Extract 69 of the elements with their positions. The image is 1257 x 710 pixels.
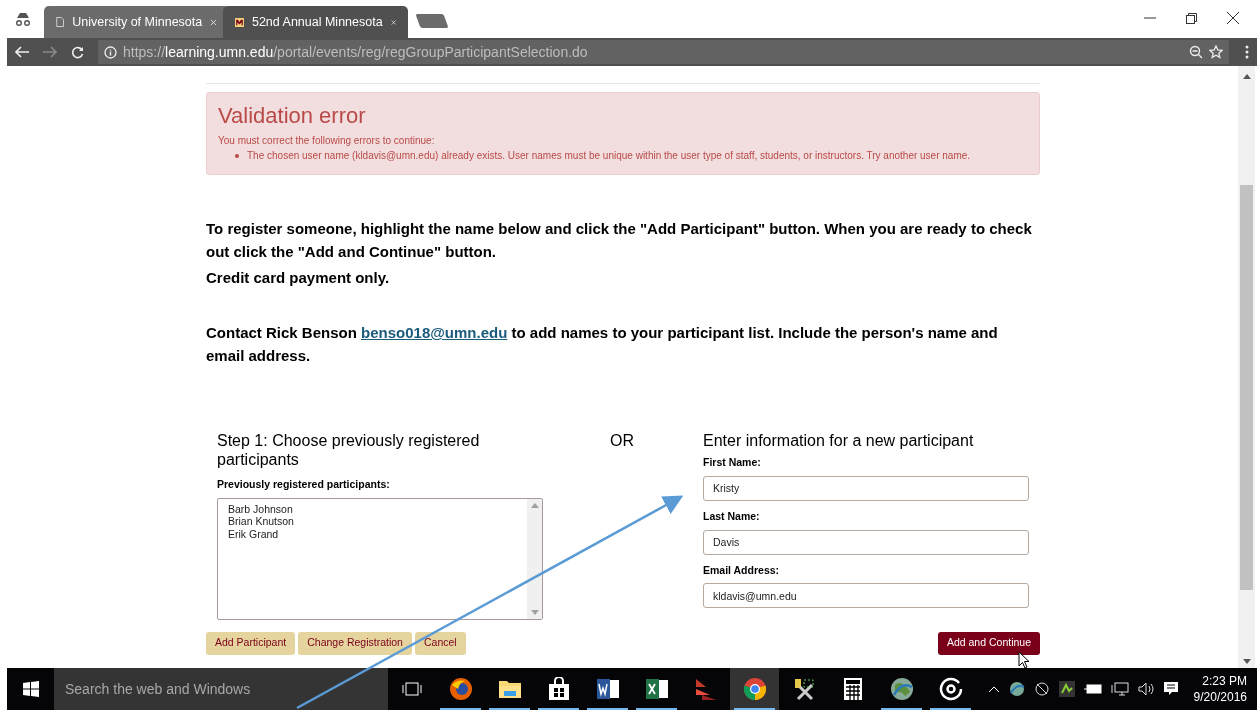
action-button[interactable]: Add Participant xyxy=(206,631,296,655)
calculator-icon xyxy=(842,677,863,701)
or-label: OR xyxy=(610,431,635,451)
alert-title: Validation error xyxy=(218,103,367,129)
action-button[interactable]: Add and Continue xyxy=(937,631,1040,655)
instruction-text: Credit card payment only. xyxy=(206,268,391,288)
scroll-down-icon[interactable] xyxy=(1242,659,1251,664)
globe-icon[interactable] xyxy=(1008,681,1025,697)
alert-item: The chosen user name (kldavis@umn.edu) already exists. User names must be unique within the user type of staff, students, or instructors. Try another user name. xyxy=(247,149,971,163)
chart-app-icon[interactable] xyxy=(1058,681,1075,697)
page-scrollbar[interactable] xyxy=(1238,66,1255,668)
restore-icon[interactable] xyxy=(1186,12,1197,24)
search-field[interactable]: Search the web and Windows xyxy=(54,668,388,710)
document-w-icon xyxy=(595,678,620,700)
incognito-icon xyxy=(14,12,32,26)
firefox-icon xyxy=(448,677,473,701)
windows-logo-icon xyxy=(22,681,39,697)
browser-tab[interactable]: 52nd Annual Minnesota xyxy=(223,6,408,38)
globe-icon xyxy=(889,677,914,701)
field-label: Last Name: xyxy=(703,508,761,524)
participants-list[interactable]: Barb Johnson Brian Knutson Erik Grand xyxy=(217,497,543,620)
spreadsheet-x-icon xyxy=(644,678,669,700)
task-view-icon[interactable] xyxy=(402,682,422,696)
clock-time[interactable]: 2:23 PM xyxy=(1202,673,1247,689)
battery-icon[interactable] xyxy=(1083,683,1102,695)
network-icon[interactable] xyxy=(1110,681,1129,697)
field-label: Email Address: xyxy=(703,562,781,578)
star-icon[interactable] xyxy=(1209,45,1223,59)
disc-icon xyxy=(938,677,963,701)
instruction-text: To register someone, highlight the name below and click the "Add Participant" button. When you are ready to check out click the "Add and Continue" button. xyxy=(206,219,1033,262)
chrome-icon xyxy=(742,677,767,701)
taskbar-app[interactable] xyxy=(730,668,779,710)
menu-icon[interactable] xyxy=(1245,45,1249,59)
page-icon xyxy=(56,15,65,29)
email-link[interactable]: benso018@umn.edu xyxy=(361,324,508,341)
list-option[interactable]: Barb Johnson xyxy=(228,502,527,516)
info-icon xyxy=(104,45,117,59)
list-option[interactable]: Brian Knutson xyxy=(228,515,527,528)
chevron-up-icon[interactable] xyxy=(987,685,1000,693)
alert-intro: You must correct the following errors to continue: xyxy=(218,134,436,148)
reload-icon[interactable] xyxy=(71,45,84,59)
clock-date[interactable]: 9/20/2016 xyxy=(1193,689,1247,705)
input-field[interactable]: kldavis@umn.edu xyxy=(703,583,1029,609)
step-title: Step 1: Choose previously registered participants xyxy=(217,431,481,469)
zoom-out-icon[interactable] xyxy=(1189,45,1203,59)
address-bar[interactable]: https://learning.umn.edu/portal/events/reg/regGroupParticipantSelection.do xyxy=(98,40,1229,64)
action-button[interactable]: Change Registration xyxy=(298,631,412,655)
scroll-thumb[interactable] xyxy=(1240,185,1253,590)
section-title: Enter information for a new participant xyxy=(703,431,975,450)
contact-text: Contact Rick Benson benso018@umn.edu to add names to your participant list. Include the person's name and email address. xyxy=(206,323,999,366)
input-field[interactable]: Davis xyxy=(703,529,1029,555)
volume-icon[interactable] xyxy=(1137,682,1154,696)
input-field[interactable]: Kristy xyxy=(703,475,1029,501)
list-option[interactable]: Erik Grand xyxy=(228,527,527,541)
triangles-icon xyxy=(693,677,718,701)
shopping-bag-icon xyxy=(547,677,570,701)
url-text: https://learning.umn.edu/portal/events/reg/regGroupParticipantSelection.do xyxy=(123,42,589,62)
back-arrow-icon[interactable] xyxy=(15,46,29,58)
new-tab-button[interactable] xyxy=(415,14,449,28)
scroll-up-icon[interactable] xyxy=(1242,74,1251,79)
notification-icon[interactable] xyxy=(1162,681,1179,697)
field-label: First Name: xyxy=(703,455,762,470)
bullet-icon xyxy=(235,153,239,158)
tab-title: University of Minnesota xyxy=(72,13,203,31)
close-icon[interactable] xyxy=(1227,12,1239,24)
field-label: Previously registered participants: xyxy=(217,477,391,492)
folder-icon xyxy=(497,678,522,700)
tab-title: 52nd Annual Minnesota xyxy=(251,13,383,31)
action-button[interactable]: Cancel xyxy=(414,631,466,655)
